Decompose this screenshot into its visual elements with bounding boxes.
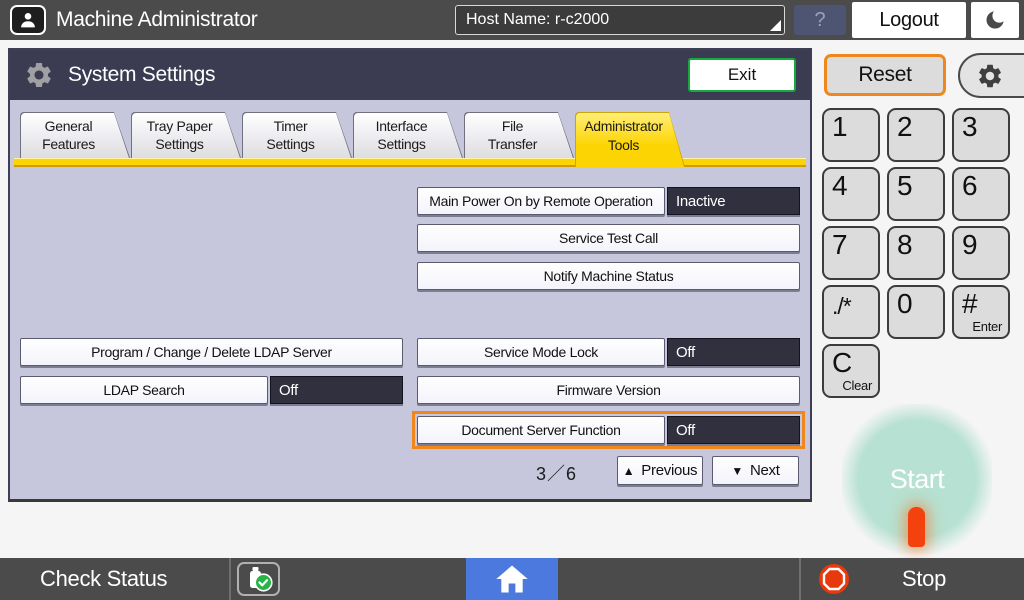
start-indicator-light (908, 507, 925, 547)
setting-row: Service Mode Lock Off (417, 338, 800, 366)
setting-row: Service Test Call (417, 224, 800, 252)
ldap-search-value: Off (270, 376, 403, 404)
system-settings-panel: System Settings Exit General Features Tr… (8, 48, 812, 502)
key-dot-star[interactable]: ./* (822, 285, 880, 339)
device-status-button[interactable] (237, 562, 280, 596)
clear-key[interactable]: C Clear (822, 344, 880, 398)
key-9[interactable]: 9 (952, 226, 1010, 280)
service-test-call-button[interactable]: Service Test Call (417, 224, 800, 252)
stop-label: Stop (902, 566, 946, 592)
setting-row: Firmware Version (417, 376, 800, 404)
clear-label: Clear (842, 378, 872, 393)
key-hash-enter[interactable]: # Enter (952, 285, 1010, 339)
up-triangle-icon: ▲ (623, 464, 635, 478)
tab-label: Interface Settings (355, 112, 448, 158)
check-status-button[interactable]: Check Status (40, 558, 167, 600)
page-title: System Settings (68, 63, 215, 87)
previous-page-button[interactable]: ▲ Previous (617, 456, 703, 485)
key-4[interactable]: 4 (822, 167, 880, 221)
host-name-value: Host Name: r-c2000 (466, 11, 609, 29)
main-power-remote-value: Inactive (667, 187, 800, 215)
logout-button[interactable]: Logout (852, 2, 966, 38)
stop-button[interactable]: Stop (818, 558, 946, 600)
enter-label: Enter (972, 319, 1002, 334)
bottom-bar: Check Status Stop (0, 558, 1024, 600)
key-2[interactable]: 2 (887, 108, 945, 162)
key-5[interactable]: 5 (887, 167, 945, 221)
home-button[interactable] (466, 558, 558, 600)
key-6[interactable]: 6 (952, 167, 1010, 221)
down-triangle-icon: ▼ (731, 464, 743, 478)
exit-button[interactable]: Exit (688, 58, 796, 92)
dropdown-corner-icon (770, 20, 781, 31)
tab-label: Timer Settings (244, 112, 337, 158)
reset-button[interactable]: Reset (824, 54, 946, 96)
setting-row: Document Server Function Off (417, 416, 800, 444)
firmware-version-button[interactable]: Firmware Version (417, 376, 800, 404)
energy-saver-button[interactable] (971, 2, 1019, 38)
panel-header: System Settings Exit (10, 50, 810, 100)
tab-interface-settings[interactable]: Interface Settings (353, 112, 463, 158)
numeric-keypad: 1 2 3 4 5 6 7 8 9 ./* 0 # Enter (822, 108, 1010, 339)
key-8[interactable]: 8 (887, 226, 945, 280)
tab-label: File Transfer (466, 112, 559, 158)
tab-label: Tray Paper Settings (133, 112, 226, 158)
divider (229, 558, 231, 600)
key-1[interactable]: 1 (822, 108, 880, 162)
hardware-settings-button[interactable] (958, 53, 1024, 98)
key-3[interactable]: 3 (952, 108, 1010, 162)
logged-in-user-label: Machine Administrator (56, 0, 257, 40)
tab-general-features[interactable]: General Features (20, 112, 130, 158)
moon-icon (983, 8, 1007, 32)
service-mode-lock-value: Off (667, 338, 800, 366)
main-power-remote-button[interactable]: Main Power On by Remote Operation (417, 187, 665, 215)
previous-label: Previous (641, 462, 697, 479)
top-bar: Machine Administrator Host Name: r-c2000… (0, 0, 1024, 40)
setting-row: LDAP Search Off (20, 376, 403, 404)
notify-machine-status-button[interactable]: Notify Machine Status (417, 262, 800, 290)
user-account-button[interactable] (10, 5, 46, 35)
service-mode-lock-button[interactable]: Service Mode Lock (417, 338, 665, 366)
user-icon (17, 9, 39, 31)
next-label: Next (750, 462, 780, 479)
document-server-function-value: Off (667, 416, 800, 444)
ldap-search-button[interactable]: LDAP Search (20, 376, 268, 404)
document-server-highlight: Document Server Function Off (412, 411, 805, 449)
next-page-button[interactable]: ▼ Next (712, 456, 799, 485)
tab-file-transfer[interactable]: File Transfer (464, 112, 574, 158)
tab-label: General Features (22, 112, 115, 158)
ldap-program-button[interactable]: Program / Change / Delete LDAP Server (20, 338, 403, 366)
key-0[interactable]: 0 (887, 285, 945, 339)
machine-panel-screen: Machine Administrator Host Name: r-c2000… (0, 0, 1024, 600)
page-indicator: 3／6 (536, 460, 577, 486)
setting-row: Program / Change / Delete LDAP Server (20, 338, 403, 366)
tab-label: Administrator Tools (577, 112, 670, 159)
stop-icon (818, 563, 850, 595)
gear-icon (976, 62, 1004, 90)
help-button[interactable]: ? (794, 5, 846, 35)
usb-check-icon (242, 566, 276, 593)
setting-row: Main Power On by Remote Operation Inacti… (417, 187, 800, 215)
tab-timer-settings[interactable]: Timer Settings (242, 112, 352, 158)
document-server-function-button[interactable]: Document Server Function (417, 416, 665, 444)
home-icon (494, 563, 530, 595)
settings-gear-icon (24, 60, 54, 90)
panel-body: General Features Tray Paper Settings Tim… (10, 100, 810, 499)
divider (799, 558, 801, 600)
host-name-dropdown[interactable]: Host Name: r-c2000 (455, 5, 785, 35)
setting-row: Notify Machine Status (417, 262, 800, 290)
tab-administrator-tools[interactable]: Administrator Tools (575, 112, 685, 167)
tab-tray-paper-settings[interactable]: Tray Paper Settings (131, 112, 241, 158)
key-7[interactable]: 7 (822, 226, 880, 280)
active-tab-underline (14, 158, 806, 167)
